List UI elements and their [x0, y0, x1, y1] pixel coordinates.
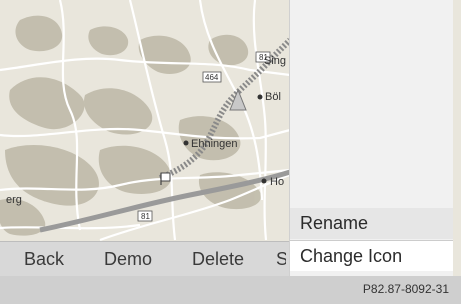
place-label-bol: Böl [265, 91, 281, 103]
place-dot-ho [261, 178, 267, 184]
figure-footer: P82.87-8092-31 [0, 276, 461, 304]
svg-text:464: 464 [205, 73, 219, 82]
menu-item-rename[interactable]: Rename [290, 208, 453, 239]
delete-button[interactable]: Delete [192, 242, 244, 277]
place-dot-bol [257, 94, 263, 100]
bottom-menu-bar: Back Demo Delete S [0, 241, 289, 277]
context-menu-panel: Rename Change Icon [289, 0, 453, 276]
menu-item-change-icon[interactable]: Change Icon [290, 240, 453, 271]
truncated-menu-button[interactable]: S [276, 242, 286, 277]
place-label-ehningen: Ehningen [191, 138, 238, 150]
demo-button[interactable]: Demo [104, 242, 152, 277]
place-label-ho: Ho [270, 176, 284, 188]
back-button[interactable]: Back [24, 242, 64, 277]
navigation-screen: 464 81 81 Sing Böl Ehningen Ho erg Renam… [0, 0, 461, 304]
place-label-sing: Sing [264, 55, 286, 67]
figure-code: P82.87-8092-31 [362, 282, 449, 296]
road-shield-464: 464 [202, 71, 222, 83]
svg-text:81: 81 [141, 212, 150, 221]
road-shield-81: 81 [137, 210, 153, 222]
place-label-erg: erg [6, 194, 22, 206]
place-dot-ehningen [183, 140, 189, 146]
